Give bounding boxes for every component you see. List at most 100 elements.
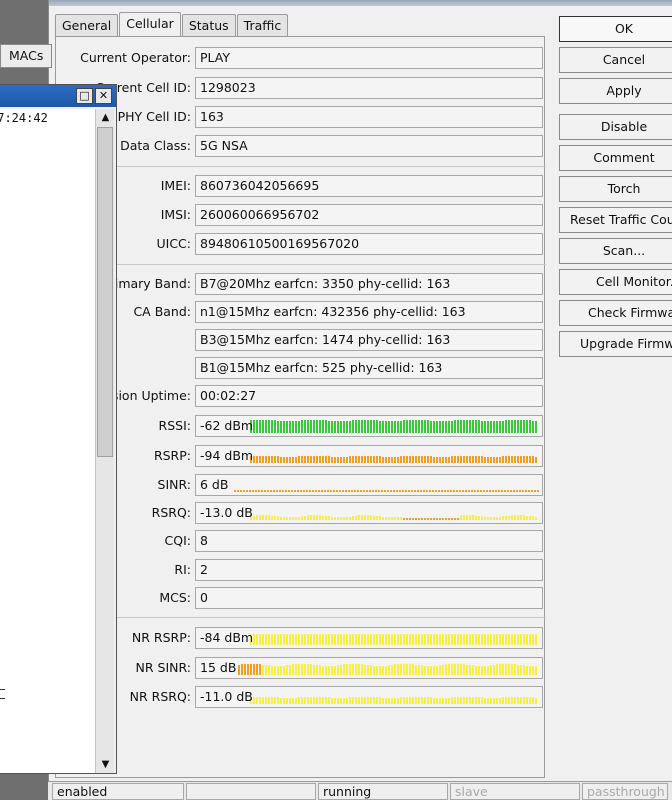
value-text: B3@15Mhz earfcn: 1474 phy-cellid: 163 [200,332,451,347]
signal-bar [463,634,465,645]
log-scrollbar[interactable]: ▲ ▼ [95,109,114,773]
nr-rsrq-value[interactable]: -11.0 dB [195,686,543,708]
cancel-button[interactable]: Cancel [559,47,672,73]
tab-traffic[interactable]: Traffic [236,14,289,36]
signal-bar [333,490,335,492]
rsrp-value[interactable]: -94 dBm [195,445,543,467]
comment-button[interactable]: Comment [559,145,672,171]
sinr-signal-graph [234,478,540,492]
signal-bar [316,456,318,463]
signal-bar [417,490,419,492]
signal-bar [513,490,515,492]
imei-row: IMEI: 860736042056695 [56,175,546,197]
log-area[interactable]: 07:24:42 [0,109,95,773]
tab-cellular[interactable]: Cellular [119,12,181,37]
signal-bar [325,666,327,675]
signal-bar [256,697,258,704]
signal-bar [450,490,452,492]
signal-bar [357,490,359,492]
signal-bar [493,457,495,463]
signal-bar [400,697,402,704]
signal-bar [319,456,321,463]
macs-button[interactable]: MACs [0,44,52,68]
uicc-value[interactable]: 89480610500169567020 [195,233,543,255]
scroll-down-icon[interactable]: ▼ [96,756,115,773]
mcs-label: MCS: [159,590,191,605]
signal-bar [337,421,339,433]
mcs-value[interactable]: 0 [195,587,543,609]
nr-sinr-value[interactable]: 15 dB [195,657,543,679]
signal-bar [483,490,485,492]
signal-bar [487,517,489,520]
upgrade-firmware-button[interactable]: Upgrade Firmware [559,331,672,357]
cell-monitor-button[interactable]: Cell Monitor... [559,269,672,295]
signal-bar [364,515,366,520]
signal-bar [520,665,522,675]
signal-bar [406,518,408,520]
data-class-value[interactable]: 5G NSA [195,135,543,157]
phy-cell-id-value[interactable]: 163 [195,106,543,128]
signal-bar [388,665,390,675]
signal-bar [243,490,245,492]
window-titlebar [49,0,672,6]
signal-bar [438,490,440,492]
reset-traffic-counters-button[interactable]: Reset Traffic Counters [559,207,672,233]
signal-bar [466,420,468,433]
signal-bar [487,421,489,433]
signal-bar [346,517,348,520]
scan-button[interactable]: Scan... [559,238,672,264]
scroll-up-icon[interactable]: ▲ [96,109,115,126]
status-empty [186,783,316,800]
current-cell-id-value[interactable]: 1298023 [195,77,543,99]
nr-rsrp-value[interactable]: -84 dBm [195,627,543,649]
rsrq-value[interactable]: -13.0 dB [195,502,543,524]
signal-bar [496,698,498,704]
check-firmware-button[interactable]: Check Firmware [559,300,672,326]
primary-band-value[interactable]: B7@20Mhz earfcn: 3350 phy-cellid: 163 [195,273,543,295]
signal-bar [463,515,465,520]
signal-bar [504,490,506,492]
signal-bar [526,666,528,675]
ca-band-value[interactable]: B1@15Mhz earfcn: 525 phy-cellid: 163 [195,357,543,379]
signal-bar [268,456,270,463]
tab-status[interactable]: Status [181,14,236,36]
signal-bar [322,634,324,645]
signal-bar [430,634,432,645]
apply-button[interactable]: Apply [559,78,672,104]
signal-bar [270,490,272,492]
torch-button[interactable]: Torch [559,176,672,202]
rssi-value[interactable]: -62 dBm [195,415,543,437]
signal-bar [322,666,324,675]
ca-band-value[interactable]: B3@15Mhz earfcn: 1474 phy-cellid: 163 [195,329,543,351]
signal-bar [283,634,285,645]
signal-bar [433,421,435,433]
disable-button[interactable]: Disable [559,114,672,140]
ri-value[interactable]: 2 [195,559,543,581]
maximize-icon[interactable]: □ [76,88,93,104]
signal-bar [292,421,294,433]
imsi-value[interactable]: 260060066956702 [195,204,543,226]
ca-band-value[interactable]: n1@15Mhz earfcn: 432356 phy-cellid: 163 [195,301,543,323]
signal-bar [529,697,531,704]
imei-value[interactable]: 860736042056695 [195,175,543,197]
scroll-thumb[interactable] [97,127,113,457]
session-uptime-value[interactable]: 00:02:27 [195,385,543,407]
signal-bar [388,517,390,520]
tab-general[interactable]: General [55,14,119,36]
current-operator-value[interactable]: PLAY [195,47,543,69]
signal-bar [385,457,387,463]
close-icon[interactable]: ✕ [95,88,112,104]
signal-bar [406,664,408,675]
signal-bar [382,457,384,463]
signal-bar [268,420,270,433]
signal-bar [295,457,297,463]
signal-bar [369,490,371,492]
signal-bar [292,457,294,463]
cqi-value[interactable]: 8 [195,530,543,552]
signal-bar [484,634,486,645]
signal-bar [304,456,306,463]
sinr-value[interactable]: 6 dB [195,474,543,496]
ok-button[interactable]: OK [559,16,672,42]
signal-bar [346,457,348,463]
signal-bar [493,665,495,675]
